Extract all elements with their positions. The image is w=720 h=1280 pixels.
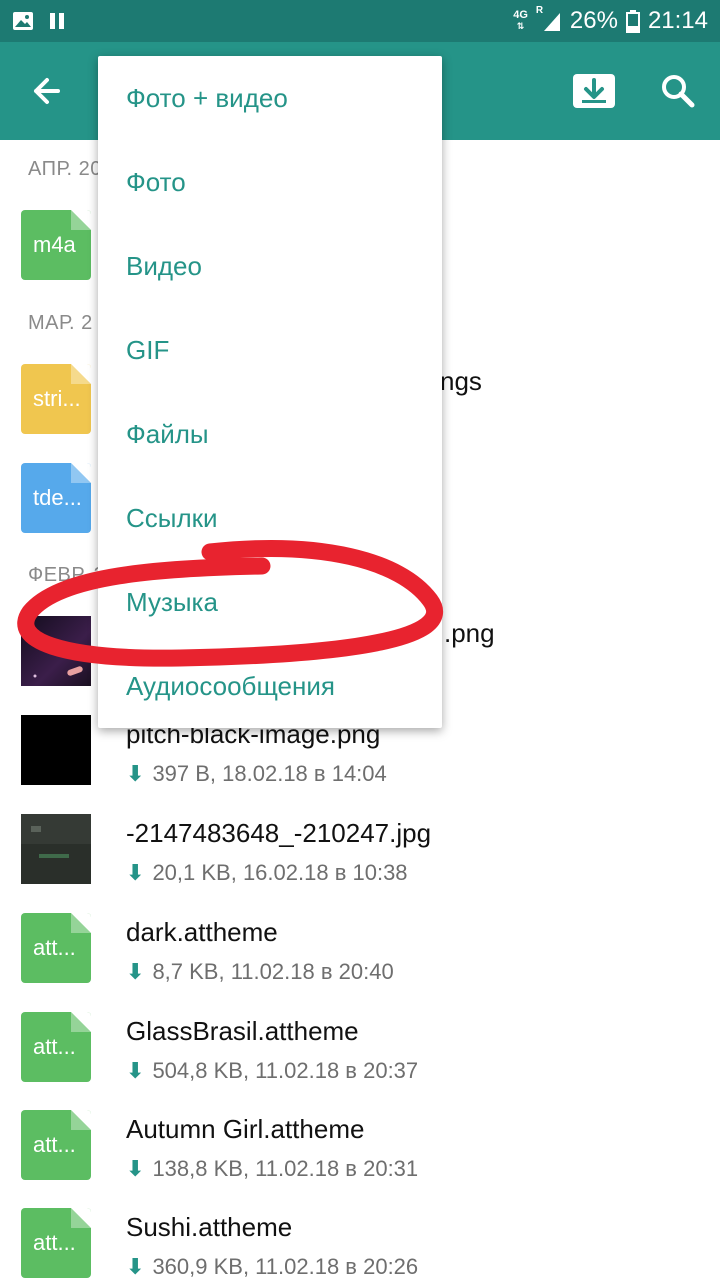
menu-item-links[interactable]: Ссылки [98,476,442,560]
clock: 21:14 [647,7,708,34]
file-type-label: stri... [33,386,81,411]
pause-notification-icon [50,13,64,29]
download-arrow-icon: ⬇ [126,959,145,984]
file-icon: tde... [21,463,91,533]
file-name: .png [444,618,495,648]
gallery-notification-icon [13,12,33,30]
back-arrow-icon[interactable] [28,70,70,112]
network-type: 4G [513,9,528,21]
list-item[interactable]: att... dark.attheme ⬇ 8,7 KB, 11.02.18 в … [0,913,720,1011]
download-arrow-icon: ⬇ [126,1254,145,1279]
file-meta: ⬇ 8,7 KB, 11.02.18 в 20:40 [126,959,394,985]
file-name: GlassBrasil.attheme [126,1016,359,1046]
list-item[interactable]: att... GlassBrasil.attheme ⬇ 504,8 KB, 11… [0,1012,720,1110]
file-type-label: att... [33,1034,76,1059]
file-meta: ⬇ 138,8 KB, 11.02.18 в 20:31 [126,1156,418,1182]
list-item[interactable]: att... Sushi.attheme ⬇ 360,9 KB, 11.02.18… [0,1208,720,1280]
file-meta: ⬇ 504,8 KB, 11.02.18 в 20:37 [126,1058,418,1084]
download-arrow-icon: ⬇ [126,860,145,885]
file-icon: att... [21,1012,91,1082]
menu-item-video[interactable]: Видео [98,224,442,308]
file-type-label: tde... [33,485,82,510]
battery-icon [625,10,640,33]
list-item[interactable]: pitch-black-image.png ⬇ 397 B, 18.02.18 в… [0,715,720,813]
image-thumbnail [21,715,91,785]
file-meta-text: 504,8 KB, 11.02.18 в 20:37 [152,1058,419,1083]
dark-image-thumbnail [21,616,91,686]
screen: 4G ⇅ R 26% 21:14 АПР. 20 m4a МАР. 2 stri… [0,0,720,1280]
signal-icon: R [536,5,562,33]
menu-item-music[interactable]: Музыка [98,560,442,644]
file-meta-text: 138,8 KB, 11.02.18 в 20:31 [152,1156,419,1181]
file-meta: ⬇ 397 B, 18.02.18 в 14:04 [126,761,387,787]
menu-item-photo-video[interactable]: Фото + видео [98,56,442,140]
media-type-menu: Фото + видео Фото Видео GIF Файлы Ссылки… [98,56,442,728]
file-type-label: m4a [33,232,76,257]
audio-file-icon: m4a [21,210,91,280]
file-type-label: att... [33,1132,76,1157]
network-type-icon: 4G ⇅ [513,9,528,32]
menu-item-files[interactable]: Файлы [98,392,442,476]
file-meta-text: 360,9 KB, 11.02.18 в 20:26 [152,1254,419,1279]
menu-item-voice-messages[interactable]: Аудиосообщения [98,644,442,728]
menu-item-gif[interactable]: GIF [98,308,442,392]
file-type-label: att... [33,1230,76,1255]
file-meta: ⬇ 360,9 KB, 11.02.18 в 20:26 [126,1254,418,1280]
file-icon: stri... [21,364,91,434]
file-meta: ⬇ 20,1 KB, 16.02.18 в 10:38 [126,860,408,886]
list-item[interactable]: att... Autumn Girl.attheme ⬇ 138,8 KB, 11… [0,1110,720,1208]
file-name: ngs [440,366,482,396]
list-item[interactable]: -2147483648_-210247.jpg ⬇ 20,1 KB, 16.02.… [0,814,720,912]
file-name: Sushi.attheme [126,1212,293,1242]
file-name: Autumn Girl.attheme [126,1114,365,1144]
file-meta-text: 397 B, 18.02.18 в 14:04 [152,761,387,786]
download-icon[interactable] [570,70,618,112]
download-arrow-icon: ⬇ [126,1156,145,1181]
menu-item-photo[interactable]: Фото [98,140,442,224]
section-header: ФЕВР. 2 [28,564,106,586]
download-arrow-icon: ⬇ [126,1058,145,1083]
download-arrow-icon: ⬇ [126,761,145,786]
file-name: dark.attheme [126,917,278,947]
battery-percent: 26% [569,7,618,34]
file-meta-text: 20,1 KB, 16.02.18 в 10:38 [152,860,408,885]
file-type-label: att... [33,935,76,960]
file-meta-text: 8,7 KB, 11.02.18 в 20:40 [152,959,394,984]
file-name: -2147483648_-210247.jpg [126,818,432,848]
file-icon: att... [21,1208,91,1278]
file-icon: att... [21,913,91,983]
file-icon: att... [21,1110,91,1180]
section-header: АПР. 20 [28,158,102,180]
image-thumbnail [21,814,91,884]
status-bar: 4G ⇅ R 26% 21:14 [0,0,720,42]
section-header: МАР. 2 [28,312,93,334]
search-icon[interactable] [658,70,698,112]
